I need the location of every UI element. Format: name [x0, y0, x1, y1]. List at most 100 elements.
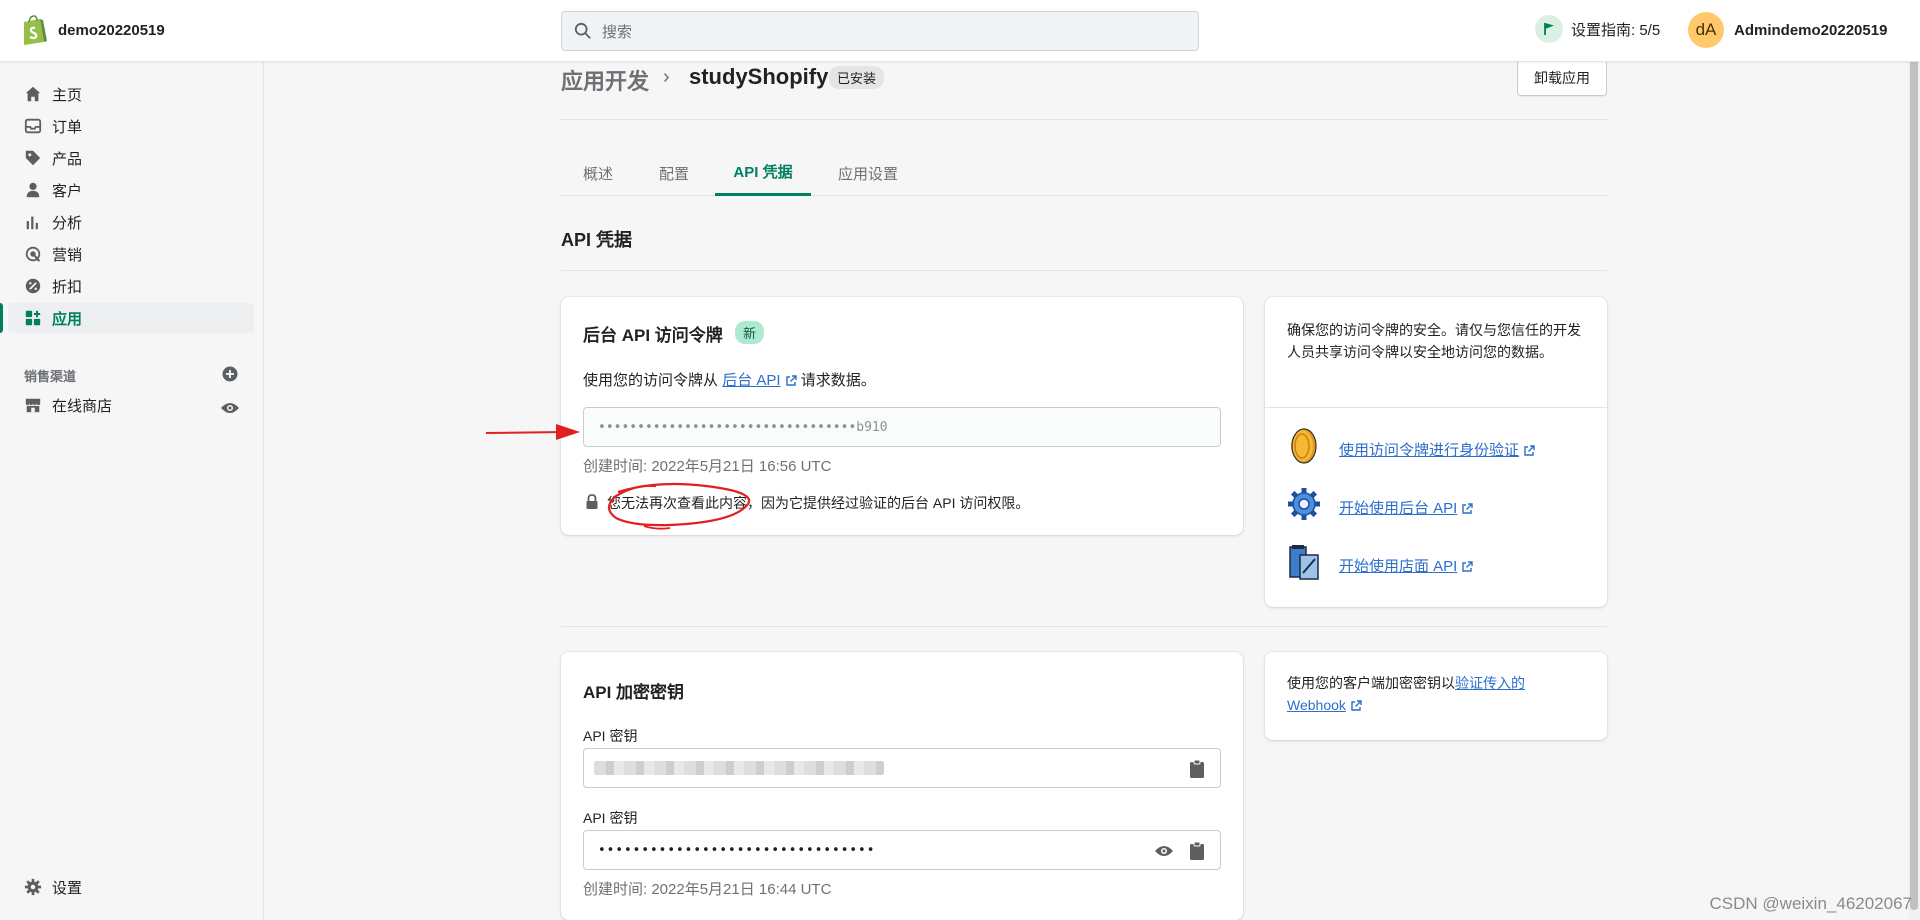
link-text: 开始使用后台 API [1339, 500, 1458, 517]
admin-api-start-link[interactable]: 开始使用后台 API [1339, 497, 1474, 518]
watermark: CSDN @weixin_46202067 [1709, 894, 1912, 913]
lock-icon [586, 494, 598, 509]
api-secret-label: API 密钥 [583, 810, 638, 826]
marketing-icon [25, 246, 41, 262]
person-icon [26, 182, 40, 198]
api-secret-field[interactable]: •••••••••••••••••••••••••••••••• [583, 830, 1221, 870]
gear-icon [1288, 488, 1320, 520]
home-icon [25, 86, 41, 102]
sidebar-item-label: 客户 [52, 182, 83, 200]
security-tips-card: 确保您的访问令牌的安全。请仅与您信任的开发人员共享访问令牌以安全地访问您的数据。… [1265, 297, 1607, 607]
breadcrumb-separator: › [663, 66, 670, 88]
apps-icon [25, 310, 41, 326]
external-link-icon [785, 375, 797, 386]
scrollbar-thumb[interactable] [1910, 30, 1918, 910]
sidebar-item-apps[interactable]: 应用 [0, 303, 254, 333]
setup-guide-button[interactable]: 设置指南: 5/5 [1535, 15, 1660, 43]
breadcrumb-parent[interactable]: 应用开发 [561, 64, 649, 96]
setup-guide-label: 设置指南: 5/5 [1571, 21, 1661, 39]
webhook-text: 使用您的客户端加密密钥以验证传入的 Webhook [1287, 672, 1577, 716]
desc-text: 使用您的访问令牌从 [583, 372, 719, 389]
add-channel-icon[interactable] [222, 366, 238, 382]
sidebar-item-label: 营销 [52, 246, 83, 264]
divider [1265, 407, 1607, 408]
storefront-icon [1289, 545, 1319, 580]
store-icon [25, 398, 41, 413]
token-warning: 您无法再次查看此内容，因为它提供经过验证的后台 API 访问权限。 [607, 495, 1030, 511]
sales-channels-heading: 销售渠道 [24, 369, 77, 384]
api-key-field[interactable] [583, 748, 1221, 788]
auth-token-link[interactable]: 使用访问令牌进行身份验证 [1339, 439, 1535, 460]
blurred-api-key [594, 761, 884, 775]
store-name[interactable]: demo20220519 [58, 22, 165, 39]
sidebar-item-label: 分析 [52, 214, 83, 232]
analytics-icon [26, 216, 38, 230]
user-name: Admindemo20220519 [1734, 21, 1888, 39]
link-text: 后台 API [722, 372, 781, 389]
flag-icon [1535, 15, 1563, 43]
link-text: 开始使用店面 API [1339, 558, 1458, 575]
tag-icon [25, 150, 41, 166]
tab-configuration[interactable]: 配置 [645, 150, 703, 196]
desc-text: 使用您的客户端加密密钥以 [1287, 675, 1455, 691]
webhook-card: 使用您的客户端加密密钥以验证传入的 Webhook [1265, 652, 1607, 740]
external-link-icon [1351, 700, 1362, 711]
external-link-icon [1462, 503, 1474, 514]
external-link-icon [1462, 561, 1474, 572]
token-description: 使用您的访问令牌从 后台 API 请求数据。 [583, 369, 876, 390]
sidebar-item-label: 设置 [52, 879, 83, 897]
security-tip-text: 确保您的访问令牌的安全。请仅与您信任的开发人员共享访问令牌以安全地访问您的数据。 [1287, 322, 1581, 360]
sidebar-item-label: 在线商店 [52, 397, 113, 415]
clipboard-icon[interactable] [1188, 841, 1206, 861]
sidebar-item-settings[interactable]: 设置 [8, 872, 254, 902]
scrollbar[interactable] [1908, 0, 1920, 920]
sidebar-item-orders[interactable]: 订单 [8, 111, 254, 141]
status-badge: 已安装 [829, 66, 885, 89]
clipboard-icon[interactable] [1188, 759, 1206, 779]
discount-icon [25, 278, 41, 294]
shopify-logo-icon[interactable] [20, 14, 48, 46]
sidebar-item-online-store[interactable]: 在线商店 [8, 390, 254, 420]
page-header: 应用开发 › studyShopify 已安装 卸载应用 [561, 58, 1607, 120]
orders-icon [24, 118, 42, 134]
token-value: •••••••••••••••••••••••••••••••••b910 [598, 419, 888, 435]
sidebar-item-marketing[interactable]: 营销 [8, 239, 254, 269]
tab-overview[interactable]: 概述 [561, 150, 635, 196]
divider [561, 270, 1607, 271]
secret-value: •••••••••••••••••••••••••••••••• [598, 842, 876, 858]
sidebar-item-products[interactable]: 产品 [8, 143, 254, 173]
search-placeholder: 搜索 [602, 23, 633, 41]
tab-api-credentials[interactable]: API 凭据 [715, 150, 811, 196]
user-menu[interactable]: dA Admindemo20220519 [1688, 12, 1887, 48]
reveal-eye-icon[interactable] [1154, 843, 1174, 859]
admin-api-link[interactable]: 后台 API [722, 372, 797, 389]
section-title: API 凭据 [561, 230, 633, 250]
uninstall-app-button[interactable]: 卸载应用 [1517, 60, 1607, 96]
tab-app-settings[interactable]: 应用设置 [823, 150, 913, 196]
new-badge: 新 [735, 321, 765, 344]
view-store-eye-icon[interactable] [220, 400, 240, 416]
sidebar-item-label: 折扣 [52, 278, 83, 296]
sidebar-item-home[interactable]: 主页 [8, 79, 254, 109]
external-link-icon [1524, 445, 1535, 456]
card-title: 后台 API 访问令牌 [583, 326, 723, 345]
api-key-label: API 密钥 [583, 728, 638, 744]
access-token-field[interactable]: •••••••••••••••••••••••••••••••••b910 [583, 407, 1221, 447]
sidebar-item-discounts[interactable]: 折扣 [8, 271, 254, 301]
search-input[interactable]: 搜索 [561, 11, 1199, 51]
secret-created-time: 创建时间: 2022年5月21日 16:44 UTC [583, 881, 832, 898]
sidebar-item-customers[interactable]: 客户 [8, 175, 254, 205]
sidebar-item-label: 订单 [52, 118, 83, 136]
sidebar-item-label: 主页 [52, 86, 83, 104]
tab-bar: 概述 配置 API 凭据 应用设置 [561, 150, 1607, 196]
sidebar-item-analytics[interactable]: 分析 [8, 207, 254, 237]
api-keys-card: API 加密密钥 API 密钥 API 密钥 •••••••••••••••••… [561, 652, 1243, 920]
storefront-api-start-link[interactable]: 开始使用店面 API [1339, 555, 1474, 576]
avatar: dA [1688, 12, 1724, 48]
link-text: 使用访问令牌进行身份验证 [1339, 442, 1520, 459]
search-icon [574, 22, 591, 39]
page-title: studyShopify [689, 64, 829, 89]
coin-icon [1291, 428, 1317, 464]
card-title: API 加密密钥 [583, 683, 685, 702]
sidebar-item-label: 产品 [52, 150, 83, 168]
